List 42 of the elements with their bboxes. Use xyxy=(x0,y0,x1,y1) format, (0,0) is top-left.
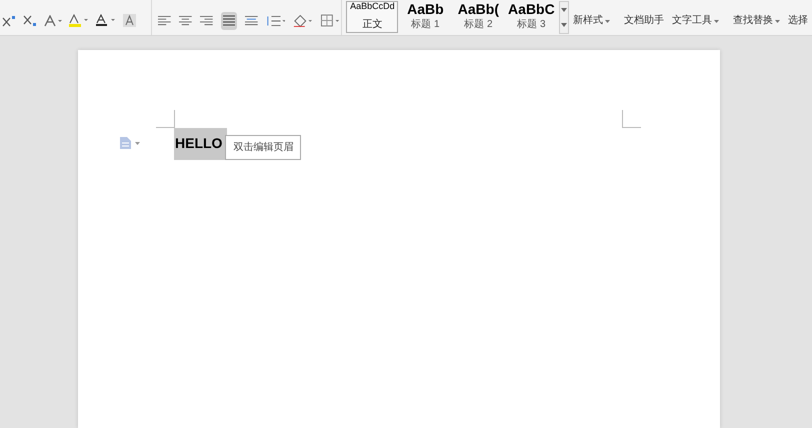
toolbar-button[interactable]: 查找替换 xyxy=(729,16,784,35)
header-tooltip: 双击编辑页眉 xyxy=(225,135,302,160)
character-shading-icon[interactable] xyxy=(123,14,136,27)
style-preset[interactable]: AaBbC 标题 3 xyxy=(505,1,558,33)
style-label: 标题 2 xyxy=(464,20,493,32)
style-preview: AaBbC xyxy=(508,2,555,16)
header-options-button[interactable] xyxy=(120,137,140,149)
align-center-icon[interactable] xyxy=(179,14,192,26)
styles-scroll-button[interactable] xyxy=(559,1,569,34)
style-preview: AaBb xyxy=(407,2,444,16)
toolbar-button[interactable]: 文字工具 xyxy=(668,16,723,35)
highlight-icon[interactable] xyxy=(69,14,89,27)
style-preset[interactable]: AaBbCcDd 正文 xyxy=(346,1,398,33)
caret-icon xyxy=(561,8,568,12)
document-icon xyxy=(120,137,131,149)
borders-icon[interactable] xyxy=(321,14,342,27)
style-preset[interactable]: AaBb 标题 1 xyxy=(399,1,452,33)
style-label: 标题 3 xyxy=(517,20,546,32)
caret-icon xyxy=(605,20,610,22)
toolbar-button[interactable]: 文档助手 xyxy=(620,16,668,35)
caret-icon xyxy=(714,20,719,22)
justify-button[interactable] xyxy=(220,12,237,30)
line-spacing-icon[interactable] xyxy=(266,14,286,26)
subscript-icon[interactable] xyxy=(23,14,37,26)
align-right-icon[interactable] xyxy=(200,14,212,26)
toolbar-button[interactable]: 选择 xyxy=(784,16,812,35)
text-effect-icon[interactable] xyxy=(44,14,62,26)
superscript-icon[interactable] xyxy=(2,14,16,26)
style-label: 标题 1 xyxy=(411,20,440,32)
justify-icon xyxy=(222,15,235,26)
distributed-align-icon[interactable] xyxy=(244,14,258,26)
style-label: 正文 xyxy=(362,20,382,32)
caret-icon xyxy=(561,23,568,28)
style-preview: AaBbCcDd xyxy=(350,2,395,11)
caret-icon xyxy=(775,20,780,22)
header-text: HELLO xyxy=(174,128,228,160)
font-color-icon[interactable] xyxy=(96,14,116,27)
style-preset[interactable]: AaBb( 标题 2 xyxy=(452,1,504,33)
caret-icon xyxy=(135,142,140,144)
style-preview: AaBb( xyxy=(458,2,499,16)
toolbar-button[interactable]: 新样式 xyxy=(569,16,614,35)
align-left-icon[interactable] xyxy=(158,14,172,26)
